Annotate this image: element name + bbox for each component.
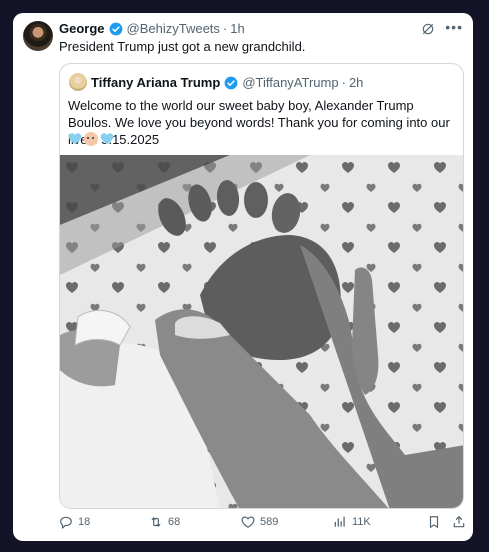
- quoted-author-handle[interactable]: @TiffanyATrump: [242, 75, 338, 91]
- light-blue-heart-icon: [100, 133, 114, 145]
- share-button[interactable]: [452, 515, 466, 529]
- heart-icon: [241, 516, 255, 528]
- reply-count: 18: [78, 516, 91, 528]
- repost-button[interactable]: 68: [149, 515, 180, 529]
- baby-face-icon: [84, 132, 98, 146]
- views-count: 11K: [352, 516, 371, 528]
- quoted-avatar[interactable]: [69, 73, 87, 91]
- grok-icon[interactable]: [421, 22, 435, 36]
- views-button[interactable]: 11K: [333, 515, 371, 529]
- author-handle[interactable]: @BehizyTweets: [127, 21, 220, 37]
- timestamp[interactable]: 1h: [230, 21, 244, 37]
- tweet-text: President Trump just got a new grandchil…: [59, 39, 306, 54]
- bookmark-button[interactable]: [427, 515, 441, 529]
- action-bar: 18 68 589 11K: [59, 515, 466, 533]
- tweet-header: George @BehizyTweets · 1h: [59, 21, 245, 37]
- separator-dot: ·: [222, 21, 228, 36]
- verified-badge-icon: [224, 76, 238, 90]
- share-icon: [453, 515, 465, 528]
- quoted-photo[interactable]: [60, 155, 464, 509]
- light-blue-heart-icon: [68, 133, 82, 145]
- repost-icon: [151, 517, 161, 527]
- author-name[interactable]: George: [59, 21, 105, 37]
- more-options-icon[interactable]: •••: [445, 19, 463, 35]
- reply-icon: [60, 516, 72, 529]
- bookmark-icon: [429, 516, 439, 529]
- avatar[interactable]: [23, 21, 53, 51]
- tweet-card[interactable]: George @BehizyTweets · 1h ••• President …: [13, 13, 473, 541]
- like-button[interactable]: 589: [241, 515, 278, 529]
- verified-badge-icon: [109, 22, 122, 36]
- views-icon: [334, 516, 345, 527]
- quoted-timestamp[interactable]: 2h: [349, 75, 363, 91]
- quoted-text: Welcome to the world our sweet baby boy,…: [68, 98, 450, 147]
- quoted-tweet[interactable]: Tiffany Ariana Trump @TiffanyATrump · 2h…: [59, 63, 464, 509]
- quoted-header: Tiffany Ariana Trump @TiffanyATrump · 2h: [91, 75, 363, 91]
- like-count: 589: [260, 516, 279, 528]
- emoji-row: [68, 132, 114, 146]
- reply-button[interactable]: 18: [59, 515, 90, 529]
- repost-count: 68: [168, 516, 181, 528]
- separator-dot: ·: [341, 75, 346, 90]
- quoted-author-name[interactable]: Tiffany Ariana Trump: [91, 75, 220, 91]
